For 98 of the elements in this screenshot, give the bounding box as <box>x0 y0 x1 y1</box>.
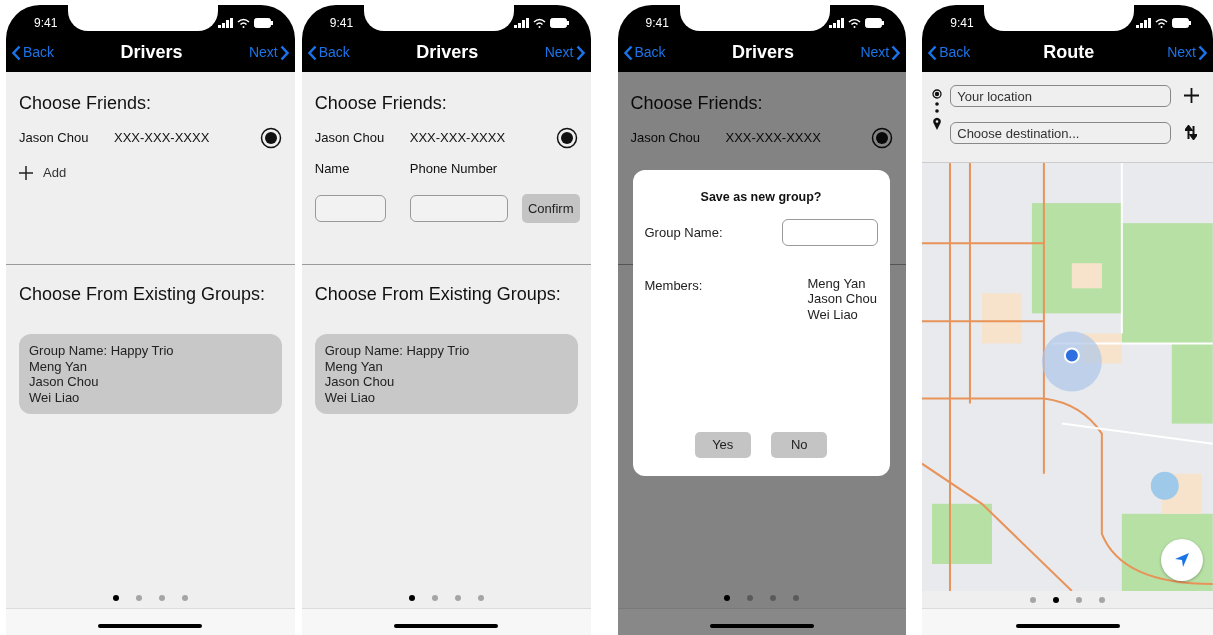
group-card-line: Jason Chou <box>29 374 100 390</box>
section-heading: Choose From Existing Groups: <box>19 283 267 306</box>
chevron-left-icon <box>928 44 938 61</box>
signal-icon <box>829 17 845 28</box>
friend-name: Jason Chou <box>314 129 386 148</box>
swap-arrows-icon[interactable] <box>1185 125 1197 140</box>
field-label: Name <box>314 160 351 178</box>
group-card-line: Group Name: Happy Trio <box>324 343 471 359</box>
chevron-left-icon <box>623 44 633 61</box>
page-dot[interactable] <box>454 595 461 601</box>
navigation-arrow-icon <box>1174 552 1190 568</box>
group-card-line: Wei Liao <box>324 389 377 405</box>
group-card-line: Jason Chou <box>324 374 396 390</box>
group-name-input[interactable] <box>781 218 878 246</box>
wifi-icon <box>1155 17 1168 28</box>
chevron-right-icon <box>1198 44 1207 61</box>
next-button[interactable]: Next <box>860 42 901 63</box>
status-time: 9:41 <box>329 14 354 32</box>
radio-button[interactable] <box>555 127 578 149</box>
friend-phone: XXX-XXX-XXXX <box>114 129 211 148</box>
friend-phone: XXX-XXX-XXXX <box>409 129 507 148</box>
section-heading: Choose Friends: <box>19 92 153 115</box>
battery-icon <box>549 17 569 28</box>
page-dot[interactable] <box>158 595 165 601</box>
friend-name: Jason Chou <box>19 129 90 148</box>
next-button[interactable]: Next <box>248 42 289 63</box>
name-input[interactable] <box>314 194 386 222</box>
group-card-line: Group Name: Happy Trio <box>29 343 175 359</box>
add-button[interactable]: Add <box>19 163 67 183</box>
friend-name: Jason Chou <box>630 129 701 148</box>
confirm-button[interactable]: Confirm <box>522 193 580 223</box>
section-heading: Choose Friends: <box>630 92 764 115</box>
group-card[interactable]: Group Name: Happy Trio Meng Yan Jason Chou Wei Liao <box>19 334 282 414</box>
next-button[interactable]: Next <box>544 42 585 63</box>
group-card-line: Wei Liao <box>29 389 81 405</box>
signal-icon <box>513 17 529 28</box>
dialog-button[interactable]: No <box>771 432 828 458</box>
group-card-line: Meng Yan <box>29 358 89 374</box>
chevron-right-icon <box>279 44 289 61</box>
battery-icon <box>865 17 885 28</box>
plus-icon <box>19 165 33 180</box>
page-dot[interactable] <box>770 595 777 601</box>
screen-title: Drivers <box>732 41 795 64</box>
page-dot[interactable] <box>112 595 119 601</box>
back-button[interactable]: Back <box>307 42 350 63</box>
field-label: Group Name: <box>644 223 723 242</box>
back-button[interactable]: Back <box>623 42 666 63</box>
page-dot[interactable] <box>135 595 142 601</box>
group-card-line: Meng Yan <box>324 358 384 374</box>
wifi-icon <box>236 17 250 28</box>
section-heading: Choose From Existing Groups: <box>314 283 562 306</box>
page-dot[interactable] <box>793 595 800 601</box>
chevron-right-icon <box>891 44 901 61</box>
back-button[interactable]: Back <box>12 42 55 63</box>
phone-input[interactable] <box>409 194 508 222</box>
screen-title: Route <box>1043 41 1095 64</box>
next-button[interactable]: Next <box>1167 42 1207 63</box>
status-time: 9:41 <box>950 14 974 32</box>
plus-icon[interactable] <box>1183 88 1199 103</box>
screen-title: Drivers <box>120 41 183 64</box>
page-dot[interactable] <box>724 595 731 601</box>
wifi-icon <box>848 17 862 28</box>
back-button[interactable]: Back <box>928 42 971 63</box>
page-dot[interactable] <box>477 595 484 601</box>
dialog-button[interactable]: Yes <box>694 432 751 458</box>
battery-icon <box>1172 17 1191 28</box>
wifi-icon <box>532 17 546 28</box>
page-dot[interactable] <box>431 595 438 601</box>
field-label: Phone Number <box>409 160 498 178</box>
chevron-left-icon <box>307 44 317 61</box>
page-dot[interactable] <box>1030 597 1037 603</box>
destination-field[interactable]: Choose destination... <box>950 122 1171 144</box>
screen-title: Drivers <box>416 41 479 64</box>
status-time: 9:41 <box>645 14 669 32</box>
signal-icon <box>1136 17 1151 28</box>
member-name: Meng Yan <box>807 275 867 292</box>
chevron-right-icon <box>575 44 585 61</box>
page-dot[interactable] <box>747 595 754 601</box>
page-dot[interactable] <box>408 595 415 601</box>
section-heading: Choose Friends: <box>314 92 448 115</box>
friend-phone: XXX-XXX-XXXX <box>725 129 822 148</box>
member-name: Jason Chou <box>807 291 878 307</box>
route-drawing <box>932 89 943 131</box>
battery-icon <box>253 17 273 28</box>
page-dot[interactable] <box>1099 597 1106 603</box>
page-dot[interactable] <box>1053 597 1060 603</box>
field-label: Members: <box>644 276 703 295</box>
page-dot[interactable] <box>1076 597 1083 603</box>
chevron-left-icon <box>12 44 21 61</box>
group-card[interactable]: Group Name: Happy Trio Meng Yan Jason Chou Wei Liao <box>314 334 578 414</box>
status-time: 9:41 <box>34 14 58 32</box>
member-name: Wei Liao <box>807 306 859 323</box>
origin-field[interactable]: Your location <box>950 85 1171 107</box>
page-dot[interactable] <box>181 595 188 601</box>
radio-button[interactable] <box>259 127 282 149</box>
dialog-title: Save as new group? <box>699 189 823 206</box>
radio-button[interactable] <box>871 127 894 149</box>
signal-icon <box>217 17 233 28</box>
